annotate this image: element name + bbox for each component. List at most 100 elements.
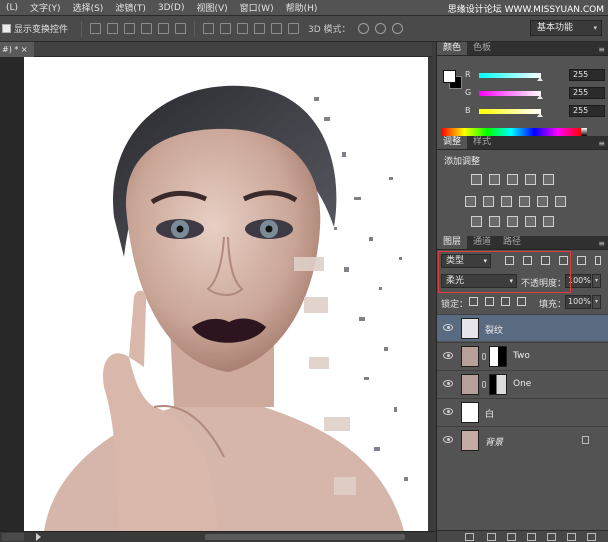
visibility-eye-icon[interactable] <box>443 380 453 387</box>
smart-object-filter-icon[interactable] <box>577 256 586 265</box>
channel-value[interactable]: 255 <box>569 105 605 117</box>
layer-mask-thumbnail[interactable] <box>489 374 507 395</box>
workspace-select[interactable]: 基本功能 ▾ <box>530 20 602 36</box>
menu-item-type[interactable]: 文字(Y) <box>24 1 67 14</box>
tab-layers[interactable]: 图层 <box>437 236 468 249</box>
lock-all-icon[interactable] <box>517 297 526 306</box>
layer-row-one[interactable]: One <box>437 370 608 397</box>
mask-link-icon[interactable] <box>482 381 486 388</box>
mask-link-icon[interactable] <box>482 353 486 360</box>
selective-color-icon[interactable] <box>543 216 554 227</box>
tab-styles[interactable]: 样式 <box>467 136 497 149</box>
new-layer-icon[interactable] <box>567 533 576 541</box>
tab-channels[interactable]: 通道 <box>467 236 497 249</box>
invert-icon[interactable] <box>471 216 482 227</box>
channel-value[interactable]: 255 <box>569 87 605 99</box>
visibility-eye-icon[interactable] <box>443 408 453 415</box>
color-balance-icon[interactable] <box>483 196 494 207</box>
layer-row-white[interactable]: 白 <box>437 398 608 425</box>
layer-name[interactable]: 白 <box>485 407 494 420</box>
levels-icon[interactable] <box>489 174 500 185</box>
layer-mask-thumbnail[interactable] <box>489 346 507 367</box>
tab-paths[interactable]: 路径 <box>497 236 527 249</box>
brightness-icon[interactable] <box>471 174 482 185</box>
distribute-top-icon[interactable] <box>203 23 215 34</box>
image-canvas[interactable] <box>24 57 428 531</box>
menu-item-help[interactable]: 帮助(H) <box>280 1 324 14</box>
lock-transparent-icon[interactable] <box>469 297 478 306</box>
layer-name[interactable]: 裂纹 <box>485 323 503 336</box>
layer-row-crack[interactable]: 裂纹 <box>437 314 608 341</box>
distribute-left-icon[interactable] <box>254 23 266 34</box>
menu-item-filter[interactable]: 滤镜(T) <box>109 1 152 14</box>
curves-icon[interactable] <box>507 174 518 185</box>
lock-pixels-icon[interactable] <box>485 297 494 306</box>
menu-item-layer[interactable]: (L) <box>0 3 24 13</box>
distribute-hcenter-icon[interactable] <box>271 23 283 34</box>
align-right-icon[interactable] <box>175 23 187 34</box>
layer-name[interactable]: One <box>513 379 531 389</box>
align-vcenter-icon[interactable] <box>107 23 119 34</box>
gradient-map-icon[interactable] <box>525 216 536 227</box>
layer-row-background[interactable]: 背景 <box>437 426 608 453</box>
slider-track[interactable] <box>479 109 541 114</box>
zoom-field[interactable] <box>2 533 24 541</box>
menu-item-view[interactable]: 视图(V) <box>190 1 233 14</box>
slider-thumb[interactable] <box>537 113 543 117</box>
adjustment-layer-icon[interactable] <box>527 533 536 541</box>
tab-color[interactable]: 颜色 <box>437 42 468 55</box>
panel-menu-icon[interactable]: ≡ <box>598 139 605 148</box>
photo-filter-icon[interactable] <box>519 196 530 207</box>
tab-swatches[interactable]: 色板 <box>467 42 497 55</box>
menu-item-3d[interactable]: 3D(D) <box>152 3 191 13</box>
vibrance-icon[interactable] <box>543 174 554 185</box>
black-white-icon[interactable] <box>501 196 512 207</box>
slider-thumb[interactable] <box>537 95 543 99</box>
distribute-right-icon[interactable] <box>288 23 300 34</box>
layer-row-two[interactable]: Two <box>437 342 608 369</box>
layer-style-icon[interactable] <box>487 533 496 541</box>
posterize-icon[interactable] <box>489 216 500 227</box>
document-tab[interactable]: #) * × <box>0 42 34 57</box>
3d-roll-icon[interactable] <box>374 23 386 34</box>
panel-menu-icon[interactable]: ≡ <box>598 239 605 248</box>
black-white-ramp[interactable] <box>581 128 587 136</box>
lock-position-icon[interactable] <box>501 297 510 306</box>
channel-value[interactable]: 255 <box>569 69 605 81</box>
slider-track[interactable] <box>479 91 541 96</box>
red-slider[interactable]: R 255 <box>465 69 605 82</box>
link-layers-icon[interactable] <box>465 533 474 541</box>
layer-name[interactable]: Two <box>513 351 530 361</box>
align-top-icon[interactable] <box>90 23 102 34</box>
distribute-bottom-icon[interactable] <box>237 23 249 34</box>
visibility-eye-icon[interactable] <box>443 436 453 443</box>
exposure-icon[interactable] <box>525 174 536 185</box>
align-bottom-icon[interactable] <box>124 23 136 34</box>
chevron-down-icon[interactable]: ▾ <box>592 295 601 309</box>
show-transform-checkbox[interactable] <box>2 24 11 33</box>
align-hcenter-icon[interactable] <box>158 23 170 34</box>
panel-menu-icon[interactable]: ≡ <box>598 45 605 54</box>
blue-slider[interactable]: B 255 <box>465 105 605 118</box>
color-spectrum-bar[interactable] <box>441 128 581 136</box>
trash-icon[interactable] <box>587 533 596 541</box>
play-arrow-icon[interactable] <box>36 533 41 541</box>
layer-name[interactable]: 背景 <box>485 435 503 448</box>
align-left-icon[interactable] <box>141 23 153 34</box>
3d-pan-icon[interactable] <box>391 23 403 34</box>
canvas-area[interactable] <box>0 57 432 531</box>
slider-track[interactable] <box>479 73 541 78</box>
distribute-vcenter-icon[interactable] <box>220 23 232 34</box>
add-mask-icon[interactable] <box>507 533 516 541</box>
channel-mixer-icon[interactable] <box>537 196 548 207</box>
menu-item-select[interactable]: 选择(S) <box>67 1 110 14</box>
menu-item-window[interactable]: 窗口(W) <box>234 1 280 14</box>
fill-input[interactable]: 100% <box>565 295 591 309</box>
green-slider[interactable]: G 255 <box>465 87 605 100</box>
visibility-eye-icon[interactable] <box>443 324 453 331</box>
chevron-down-icon[interactable]: ▾ <box>592 274 601 288</box>
horizontal-scrollbar[interactable] <box>205 534 405 540</box>
tab-adjustments[interactable]: 调整 <box>437 136 468 149</box>
filter-toggle-icon[interactable] <box>595 256 601 265</box>
new-group-icon[interactable] <box>547 533 556 541</box>
